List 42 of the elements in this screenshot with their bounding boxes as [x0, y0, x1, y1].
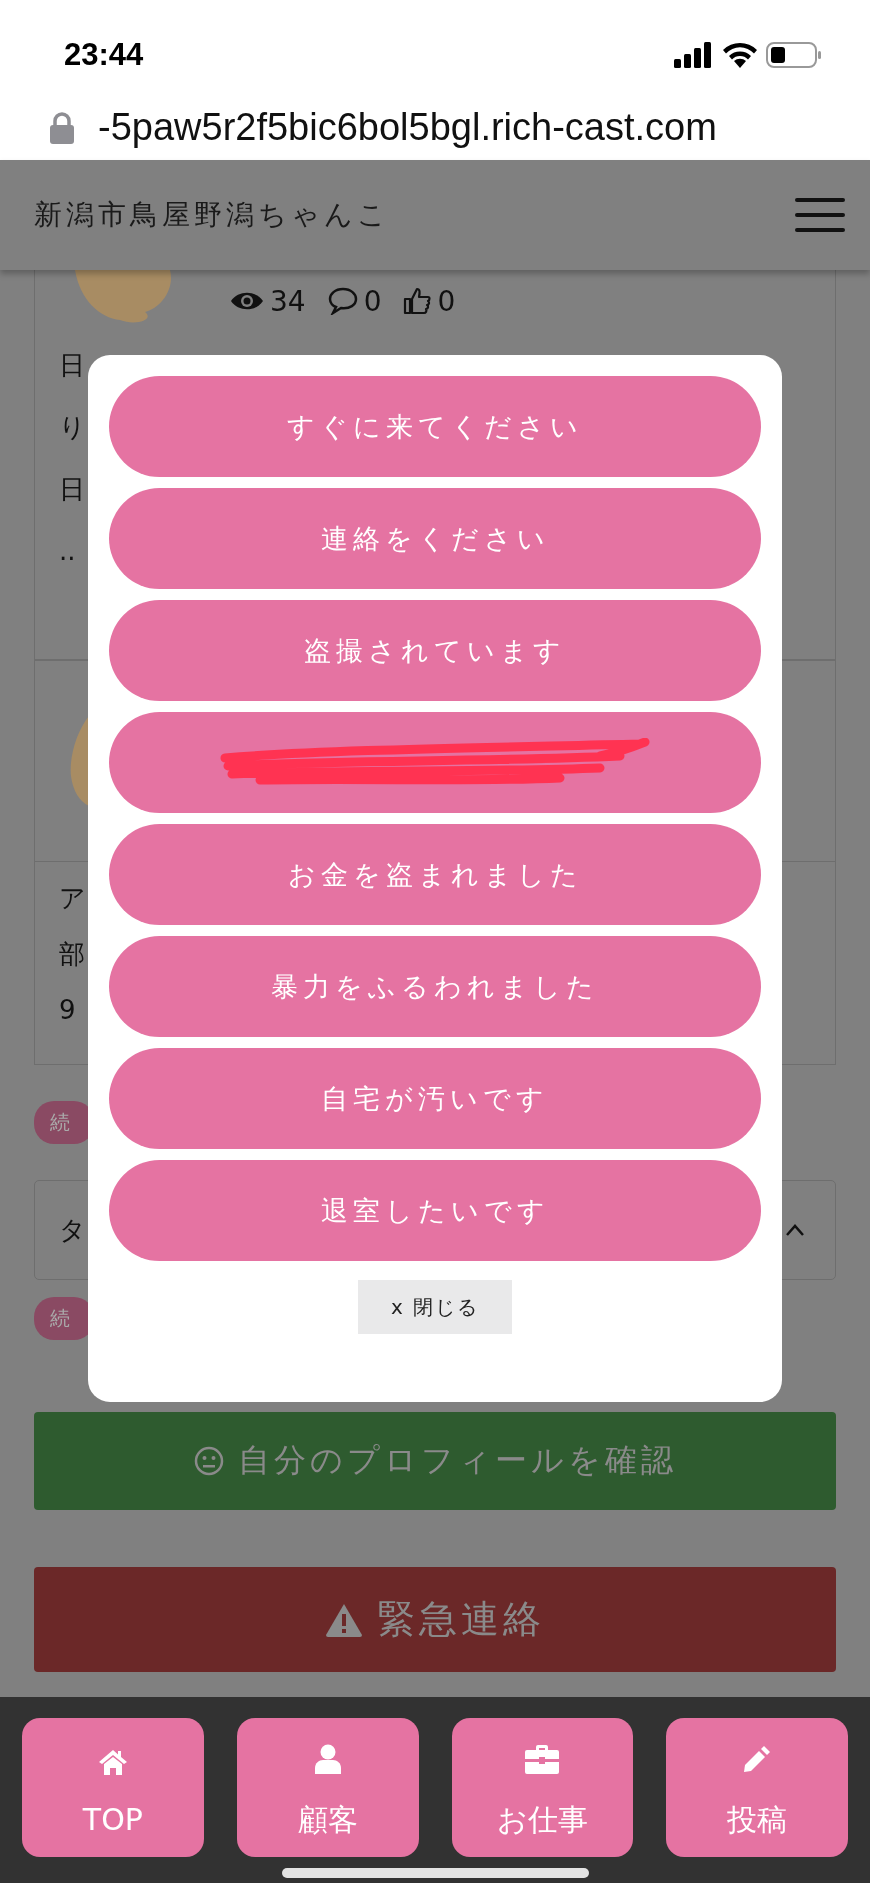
option-button[interactable]: 連絡をください [109, 488, 761, 589]
view-count: 34 [270, 284, 306, 318]
thumbs-up-icon [403, 287, 432, 315]
status-time: 23:44 [64, 35, 144, 73]
option-button[interactable]: 暴力をふるわれました [109, 936, 761, 1037]
comment-count: 0 [363, 284, 382, 318]
option-button[interactable]: 退室したいです [109, 1160, 761, 1261]
briefcase-icon [525, 1744, 560, 1774]
post-text: 日 [59, 349, 86, 382]
nav-button[interactable]: 投稿 [666, 1718, 848, 1857]
post-text: .. [59, 535, 77, 568]
option-button[interactable]: 盗撮されています [109, 600, 761, 701]
warning-icon [325, 1602, 363, 1637]
menu-icon[interactable] [795, 198, 845, 232]
option-button[interactable]: お金を盗まれました [109, 824, 761, 925]
nav-button[interactable]: お仕事 [451, 1718, 634, 1857]
signal-icon [674, 41, 714, 68]
post-text: 部 [59, 938, 86, 971]
caret-icon [785, 1224, 805, 1236]
emergency-button[interactable]: 緊急連絡 [34, 1567, 836, 1672]
eye-icon [230, 290, 264, 312]
profile-button[interactable]: 自分のプロフィールを確認 [34, 1412, 836, 1510]
panel-title: タ [59, 1213, 86, 1247]
pencil-icon [742, 1744, 773, 1774]
wifi-icon [722, 41, 758, 68]
person-icon [313, 1744, 342, 1774]
comment-icon [327, 287, 358, 315]
post-text: ア [59, 882, 87, 915]
option-button[interactable]: 自宅が汚いです [109, 1048, 761, 1149]
option-button[interactable]: すぐに来てください [109, 376, 761, 477]
post-text: 日 [59, 473, 86, 506]
like-count: 0 [437, 284, 456, 318]
lock-icon [50, 111, 74, 144]
site-title[interactable]: 新潟市鳥屋野潟ちゃんこ [34, 196, 390, 234]
home-icon [97, 1748, 128, 1776]
post-text: り [59, 411, 87, 444]
neutral-face-icon [193, 1446, 224, 1476]
post-text: 9 [59, 994, 77, 1027]
battery-icon [766, 41, 822, 68]
close-button[interactable]: x 閉じる [358, 1280, 512, 1334]
nav-button[interactable]: 顧客 [236, 1718, 419, 1857]
nav-button[interactable]: TOP [22, 1718, 204, 1857]
